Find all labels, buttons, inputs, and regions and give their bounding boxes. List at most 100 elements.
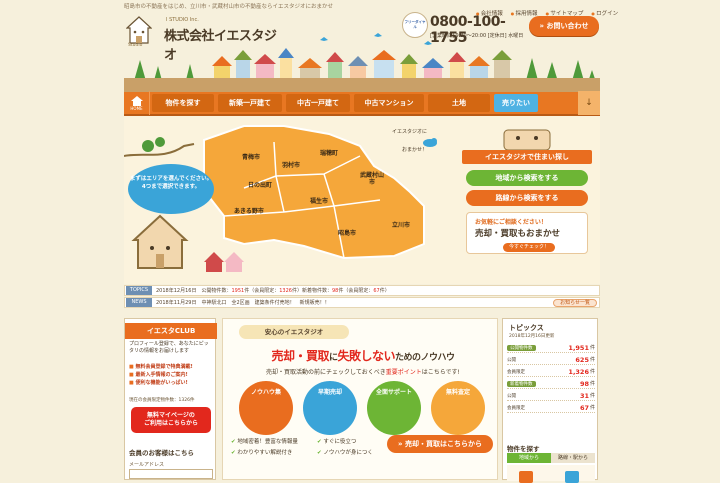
email-label: メールアドレス [129,462,165,468]
stat-label-5: 公開 [507,393,516,399]
club-panel: イエスタCLUB プロフィール登録で、あなたにピッタリの情報をお届けします 無料… [124,318,217,480]
stat-unit-5: 件 [589,393,595,399]
topics-tag: TOPICS [126,286,152,295]
stat-value-3: 1,326 [568,367,589,376]
area-akiruno[interactable]: あきる野市 [234,208,264,215]
heading-part2: に [328,353,338,363]
rc-title: トピックス [509,324,544,332]
news-list-button[interactable]: お知らせ一覧 [553,298,597,307]
stat-unit-3: 件 [589,369,595,375]
check-now-button[interactable]: 今すぐチェック！ [503,243,555,252]
logo-subtitle: I STUDIO Inc. [166,17,199,23]
check-4: ノウハウが身につく [317,448,373,456]
knowhow-panel: 安心のイエスタジオ 売却・買取に失敗しないためのノウハウ 売却・買取活動の前にチ… [222,318,498,480]
knowhow-heading: 売却・買取に失敗しないためのノウハウ [233,347,493,364]
mypage-register-button[interactable]: 無料マイページの ご利用はこちらから [131,407,211,433]
area-musashimurayama[interactable]: 武蔵村山市 [360,172,384,186]
board-face-icon [503,129,551,150]
home-icon [130,95,143,106]
login-title: 会員のお客様はこちら [129,449,194,457]
consult-line2: 売却・買取もおまかせ [475,229,561,239]
search-by-area-label: 地域から検索をする [495,174,559,182]
topics-panel: トピックス 2018年12月16日更新 公開物件数 1,951 件 公開 625 件 会… [502,318,598,483]
news-text[interactable]: 2018年11月29日 中神駅北口 全2区画 建築条件付売地！ 新規販売！！ [156,299,330,306]
circle-free-assessment-label: 無料査定 [445,389,470,396]
sub-part3: はこちらです! [421,369,460,376]
stat-label-2: 公開 [507,357,516,363]
heading-part1: 売却・買取 [271,349,329,363]
area-hamura[interactable]: 羽村市 [282,162,300,169]
stat-value-6: 67 [579,403,589,412]
search-title: 物件を探す [507,445,540,453]
email-field[interactable] [129,469,213,479]
search-icons [507,465,595,483]
club-desc: プロフィール登録で、あなたにピッタリの情報をお届けします [129,341,209,354]
area-hinode[interactable]: 日の出町 [248,182,272,189]
check-3: わかりやすい解説付き [231,448,292,456]
news-tag: NEWS [126,298,152,307]
topics-count1: 1951 [231,287,245,294]
topics-bar: TOPICS 2018年12月16日 公開物件数： 1951 件（会員限定： 1… [124,285,600,296]
search-by-area-button[interactable]: 地域から検索をする [466,170,588,186]
area-mizuho[interactable]: 瑞穂町 [320,150,338,157]
town-illustration [124,33,600,92]
topics-text1: 2018年12月16日 公開物件数： [156,288,232,294]
stat-row-4: 新着物件数 98 件 [507,379,595,389]
building-icon[interactable] [565,471,579,483]
stat-row-3: 会員限定 1,326 件 [507,367,595,377]
link-login[interactable]: ログイン [591,9,618,17]
circle-free-assessment[interactable]: 無料査定 [431,381,485,435]
circle-support[interactable]: 全面サポート [367,381,421,435]
nav-used-house[interactable]: 中古一戸建て [286,94,350,112]
stat-unit-4: 件 [589,381,595,387]
rc-date: 2018年12月16日更新 [509,334,555,339]
nav-land[interactable]: 土地 [428,94,490,112]
stat-value-1: 1,951 [568,343,589,352]
area-tachikawa[interactable]: 立川市 [392,222,410,229]
topics-text2: 件（会員限定： [244,288,280,294]
check-2: すぐに役立つ [317,437,356,445]
nav-new-house[interactable]: 新築一戸建て [218,94,282,112]
area-akishima[interactable]: 昭島市 [338,230,356,237]
house-icon[interactable] [519,471,533,483]
branch-tag-top: イエスタジオに [392,129,427,135]
stat-unit-2: 件 [589,357,595,363]
small-house-icon-2 [224,252,244,272]
stat-label-6: 会員限定 [507,405,525,411]
stat-row-6: 会員限定 67 件 [507,403,595,413]
main-nav: HOME 物件を探す 新築一戸建て 中古一戸建て 中古マンション 土地 売りたい… [124,91,600,116]
tab-line[interactable]: 路線・駅から [551,453,595,463]
search-board: イエスタジオで住まい探し 地域から検索をする 路線から検索をする お気軽にご相談… [462,128,592,260]
search-by-line-label: 路線から検索をする [495,194,559,202]
circle-early-sale[interactable]: 早期売却 [303,381,357,435]
nav-scroll-arrow-icon[interactable]: ↓ [578,91,600,115]
feature-circles: ノウハウ集 早期売却 全面サポート 無料査定 [239,381,489,441]
center-header: 安心のイエスタジオ [239,325,349,339]
stat-unit-6: 件 [589,405,595,411]
house-mascot-icon [131,214,189,269]
topics-text4: 件（会員限定： [338,288,374,294]
topics-text5: 件） [379,288,390,294]
stat-label-4: 新着物件数 [507,380,536,387]
sell-buy-button[interactable]: » 売却・買取はこちらから [387,435,493,453]
circle-early-sale-label: 早期売却 [317,389,342,396]
header-note: 昭島市の不動産をはじめ、立川市・武蔵村山市の不動産ならイエスタジオにおまかせ [124,4,333,10]
stat-label-3: 会員限定 [507,369,525,375]
heading-part3: 失敗しない [337,349,396,363]
search-tabs: 地域から 路線・駅から [507,453,595,463]
nav-used-mansion[interactable]: 中古マンション [354,94,424,112]
nav-sell[interactable]: 売りたい [494,94,538,112]
search-by-line-button[interactable]: 路線から検索をする [466,190,588,206]
circle-knowhow[interactable]: ノウハウ集 [239,381,293,435]
board-title: イエスタジオで住まい探し [462,150,592,164]
heading-part4: ためのノウハウ [395,353,455,363]
nav-find-property[interactable]: 物件を探す [152,94,214,112]
consult-box[interactable]: お気軽にご相談ください！ 売却・買取もおまかせ 今すぐチェック！ [466,212,588,254]
nav-home[interactable]: HOME [124,91,150,115]
knowhow-subtitle: 売却・買取活動の前にチェックしておくべき重要ポイントはこちらです! [233,367,493,376]
club-benefit-1: 無料会員登録で特典満載! [129,363,213,371]
stat-label-1: 公開物件数 [507,344,536,351]
area-fussa[interactable]: 福生市 [310,198,328,205]
tab-area[interactable]: 地域から [507,453,551,463]
area-ome[interactable]: 青梅市 [242,154,260,161]
